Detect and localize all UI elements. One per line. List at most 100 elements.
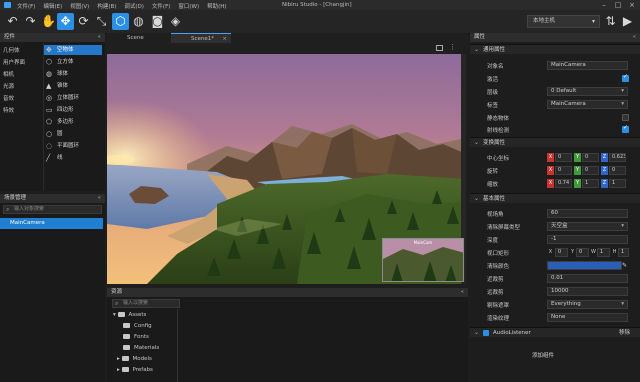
tag-select[interactable]: MainCamera ▾	[547, 100, 628, 109]
collapse-icon[interactable]: «	[633, 33, 636, 42]
position-x-input[interactable]: 0	[555, 153, 572, 162]
object-torus[interactable]: ◎ 立体圆环	[44, 93, 102, 103]
menu-item-view[interactable]: 视图(V)	[70, 2, 89, 10]
section-camera[interactable]: ⌄ 基本属性	[470, 193, 640, 203]
menu-item-debug[interactable]: 调试(D)	[124, 2, 144, 10]
chevron-down-icon: ⌄	[474, 139, 480, 146]
options-icon[interactable]: ⋮	[449, 43, 456, 51]
layer-select[interactable]: 0 Default ▾	[547, 87, 628, 96]
scale-x-input[interactable]: 0.74	[555, 179, 572, 188]
display-icon[interactable]	[436, 45, 443, 51]
move-tool-icon[interactable]: ✥	[57, 13, 74, 30]
position-z-input[interactable]: 0.623	[609, 153, 626, 162]
menu-item-edit[interactable]: 编辑(E)	[43, 2, 62, 10]
object-sphere[interactable]: ◍ 球体	[44, 69, 102, 79]
rotate-tool-icon[interactable]: ⟳	[75, 13, 92, 30]
add-component-button[interactable]: 添加组件	[532, 351, 554, 359]
far-clip-input[interactable]: 10000	[547, 287, 628, 296]
object-cube[interactable]: ⬡ 立方体	[44, 57, 102, 67]
globe-icon[interactable]: ◍	[130, 13, 147, 30]
active-checkbox[interactable]: ✓	[622, 73, 629, 82]
fov-input[interactable]: 60	[547, 209, 628, 218]
rotation-y-input[interactable]: 0	[582, 166, 599, 175]
static-checkbox[interactable]	[622, 114, 629, 121]
tree-item-models[interactable]: ▸ Models	[117, 356, 152, 362]
menu-item-build[interactable]: 构建(B)	[97, 2, 116, 10]
controls-panel: 控件 « 几何体 用户界面 相机 光源 音效 特效 ✥ 空物体 ⬡ 立方体 ◍ 球体 ▲…	[0, 33, 105, 191]
scale-y-input[interactable]: 1	[582, 179, 599, 188]
name-field[interactable]: MainCamera	[547, 61, 628, 70]
category-ui[interactable]: 用户界面	[3, 58, 25, 66]
collapse-icon[interactable]: «	[98, 33, 101, 42]
tree-item-materials[interactable]: Materials	[123, 345, 159, 351]
camera-icon[interactable]: ◙	[149, 13, 166, 30]
menu-item-file[interactable]: 文件(F)	[17, 2, 35, 10]
collapse-icon[interactable]: «	[461, 288, 464, 297]
hand-tool-icon[interactable]: ✋	[40, 13, 57, 30]
category-effects[interactable]: 特效	[3, 106, 14, 114]
rect-h-input[interactable]: 1	[618, 248, 629, 257]
section-general[interactable]: ⌄ 通用属性	[470, 44, 640, 54]
play-icon[interactable]: ▶	[619, 13, 636, 30]
tab-scene[interactable]: Scene	[107, 33, 171, 43]
rotation-z-input[interactable]: 0	[609, 166, 626, 175]
object-polygon[interactable]: ⬠ 多边形	[44, 117, 102, 127]
minimize-icon[interactable]: –	[599, 1, 609, 9]
object-empty[interactable]: ✥ 空物体	[44, 45, 102, 55]
position-y-input[interactable]: 0	[582, 153, 599, 162]
bg-color-swatch[interactable]	[547, 261, 622, 270]
object-plane-ring[interactable]: ◌ 平面圆环	[44, 141, 102, 151]
scale-z-input[interactable]: 1	[609, 179, 626, 188]
raycast-checkbox[interactable]: ✓	[622, 124, 629, 133]
torus-icon: ◎	[46, 94, 53, 102]
tree-item-config[interactable]: Config	[123, 323, 152, 329]
menu-item-file-2[interactable]: 文件(F)	[152, 2, 170, 10]
scene-search-input[interactable]: ⌕ 输入对象搜索	[3, 205, 102, 214]
redo-icon[interactable]: ↷	[22, 13, 39, 30]
section-title: 通用属性	[483, 47, 506, 53]
folder-icon	[123, 334, 130, 339]
cube-view-icon[interactable]: ⬡	[112, 13, 129, 30]
host-select[interactable]: 本地主机 ▾	[527, 15, 600, 28]
category-light[interactable]: 光源	[3, 82, 14, 90]
object-line[interactable]: ╱ 线	[44, 153, 102, 163]
assets-search-input[interactable]: ⌕ 输入以搜索	[112, 299, 180, 308]
section-audio-listener[interactable]: ⌄ AudioListener 移除	[470, 327, 640, 337]
bg-color-label: 清除颜色	[487, 264, 510, 270]
undo-icon[interactable]: ↶	[4, 13, 21, 30]
close-icon[interactable]: ×	[627, 1, 637, 9]
render-target-field[interactable]: None	[547, 313, 628, 322]
eyedropper-icon[interactable]: ✎	[622, 261, 629, 270]
object-cone[interactable]: ▲ 锥体	[44, 81, 102, 91]
scene-item-maincamera[interactable]: MainCamera	[0, 218, 103, 229]
collapse-icon[interactable]: «	[98, 194, 101, 203]
section-transform[interactable]: ⌄ 变换属性	[470, 137, 640, 147]
audio-listener-checkbox[interactable]	[483, 330, 489, 336]
rect-x-input[interactable]: 0	[555, 248, 568, 257]
package-icon[interactable]: ◈	[167, 13, 184, 30]
near-clip-input[interactable]: 0.01	[547, 274, 628, 283]
tree-label: Materials	[134, 345, 160, 351]
tree-item-fonts[interactable]: Fonts	[123, 334, 149, 340]
rect-y-input[interactable]: 0	[576, 248, 589, 257]
menu-item-window[interactable]: 窗口(W)	[178, 2, 199, 10]
sphere-icon: ◍	[46, 70, 53, 78]
menu-item-help[interactable]: 帮助(H)	[207, 2, 226, 10]
scale-tool-icon[interactable]: ⤡	[93, 13, 110, 30]
culling-mask-select[interactable]: Everything ▾	[547, 300, 628, 309]
category-geometry[interactable]: 几何体	[3, 46, 20, 54]
depth-input[interactable]: -1	[547, 235, 628, 244]
object-circle[interactable]: ○ 圆	[44, 129, 102, 139]
object-quad[interactable]: ▭ 四边形	[44, 105, 102, 115]
category-audio[interactable]: 音效	[3, 94, 14, 102]
maximize-icon[interactable]: □	[613, 1, 623, 9]
rotation-x-input[interactable]: 0	[555, 166, 572, 175]
rect-w-input[interactable]: 1	[597, 248, 610, 257]
remove-component-button[interactable]: 移除	[619, 328, 630, 338]
category-camera[interactable]: 相机	[3, 70, 14, 78]
build-icon[interactable]: ⇅	[602, 13, 619, 30]
tree-item-assets[interactable]: ▾ Assets	[113, 312, 146, 318]
tab-scene1[interactable]: Scene1* ×	[171, 33, 231, 43]
tree-item-prefabs[interactable]: ▸ Prefabs	[117, 367, 153, 373]
clear-flags-select[interactable]: 天空盒 ▾	[547, 222, 628, 231]
